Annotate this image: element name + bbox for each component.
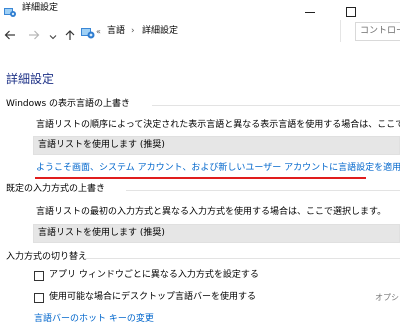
display-language-override-heading: Windows の表示言語の上書き xyxy=(6,99,131,109)
apply-language-settings-link[interactable]: ようこそ画面、システム アカウント、および新しいユーザー アカウントに言語設定を… xyxy=(36,163,400,174)
desktop-language-bar-label[interactable]: 使用可能な場合にデスクトップ言語バーを使用する xyxy=(49,292,256,303)
default-input-description: 言語リストの最初の入力方式と異なる入力方式を使用する場合は、ここで選択します。 xyxy=(36,207,387,217)
search-placeholder: コントロール xyxy=(360,26,400,36)
address-bar-control-panel-icon xyxy=(80,25,96,39)
section-divider xyxy=(84,258,400,259)
per-app-input-label[interactable]: アプリ ウィンドウごとに異なる入力方式を設定する xyxy=(49,270,259,281)
language-bar-options-link[interactable]: オプシ xyxy=(375,292,399,303)
forward-button[interactable] xyxy=(28,26,40,40)
default-input-dropdown-value: 言語リストを使用します (推奨) xyxy=(38,228,165,238)
highlight-underline xyxy=(35,177,366,179)
address-bar-divider xyxy=(340,20,341,42)
per-app-input-checkbox[interactable] xyxy=(34,271,44,281)
title-bar: 詳細設定 xyxy=(0,0,400,20)
up-button[interactable] xyxy=(64,26,76,40)
minimize-button[interactable] xyxy=(303,3,317,15)
page-title: 詳細設定 xyxy=(6,72,55,86)
display-language-dropdown[interactable]: 言語リストを使用します (推奨) xyxy=(33,136,400,155)
default-input-override-heading: 既定の入力方式の上書き xyxy=(6,184,106,194)
back-button[interactable] xyxy=(4,26,16,40)
breadcrumb-overflow[interactable]: « xyxy=(96,27,101,37)
maximize-button[interactable] xyxy=(344,3,358,17)
breadcrumb-item-advanced[interactable]: 詳細設定 xyxy=(142,26,178,37)
breadcrumb-separator-chevron-icon[interactable]: › xyxy=(131,26,135,37)
display-language-dropdown-value: 言語リストを使用します (推奨) xyxy=(38,140,165,150)
section-divider xyxy=(152,105,400,106)
window-title: 詳細設定 xyxy=(22,3,59,13)
default-input-dropdown[interactable]: 言語リストを使用します (推奨) xyxy=(33,224,400,243)
input-switching-heading: 入力方式の切り替え xyxy=(6,252,88,262)
control-panel-window: 詳細設定 « 言語 › 詳細設定 コントロ 詳細設定 Windows の表示言語… xyxy=(0,0,400,331)
display-language-description: 言語リストの順序によって決定された表示言語と異なる表示言語を使用する場合は、ここ… xyxy=(36,120,400,130)
section-divider xyxy=(126,190,400,191)
breadcrumb-item-language[interactable]: 言語 xyxy=(107,26,125,37)
recent-locations-chevron-down-icon[interactable] xyxy=(48,27,58,40)
search-input[interactable]: コントロール xyxy=(355,22,400,41)
change-hotkeys-link[interactable]: 言語バーのホット キーの変更 xyxy=(34,314,154,325)
desktop-language-bar-checkbox[interactable] xyxy=(34,293,44,303)
control-panel-icon xyxy=(3,3,17,17)
